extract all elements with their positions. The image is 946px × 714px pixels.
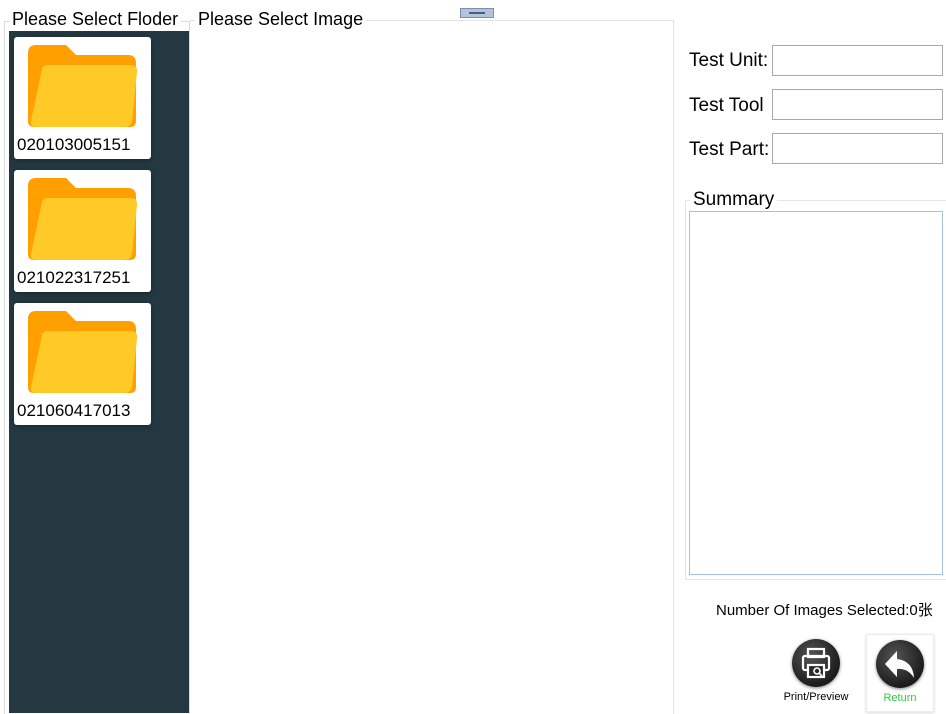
- folder-icon: [28, 178, 138, 260]
- summary-label: Summary: [690, 189, 778, 211]
- folder-icon: [28, 45, 138, 127]
- folder-tile[interactable]: 021022317251: [14, 170, 151, 292]
- folder-name: 020103005151: [17, 135, 131, 154]
- back-arrow-icon: [876, 640, 924, 688]
- folder-name: 021022317251: [17, 268, 131, 287]
- print-preview-label: Print/Preview: [783, 691, 849, 703]
- folder-tile[interactable]: 020103005151: [14, 37, 151, 159]
- image-panel[interactable]: [190, 20, 674, 714]
- summary-textarea[interactable]: [689, 211, 943, 575]
- test-unit-label: Test Unit:: [689, 50, 769, 71]
- printer-icon: [792, 639, 840, 687]
- test-tool-input[interactable]: [772, 89, 943, 120]
- test-unit-input[interactable]: [772, 45, 943, 76]
- folder-name: 021060417013: [17, 401, 131, 420]
- test-tool-label: Test Tool: [689, 95, 764, 116]
- folder-icon: [28, 311, 138, 393]
- splitter-handle[interactable]: [460, 8, 494, 18]
- image-panel-title: Please Select Image: [195, 9, 367, 29]
- test-part-label: Test Part:: [689, 139, 770, 160]
- return-button[interactable]: Return: [866, 634, 934, 712]
- folder-tile[interactable]: 021060417013: [14, 303, 151, 425]
- test-part-input[interactable]: [772, 133, 943, 164]
- print-preview-button[interactable]: Print/Preview: [778, 634, 854, 710]
- images-selected-count: Number Of Images Selected:0张: [716, 602, 933, 619]
- return-label: Return: [883, 692, 917, 704]
- folder-panel-title: Please Select Floder: [9, 9, 182, 29]
